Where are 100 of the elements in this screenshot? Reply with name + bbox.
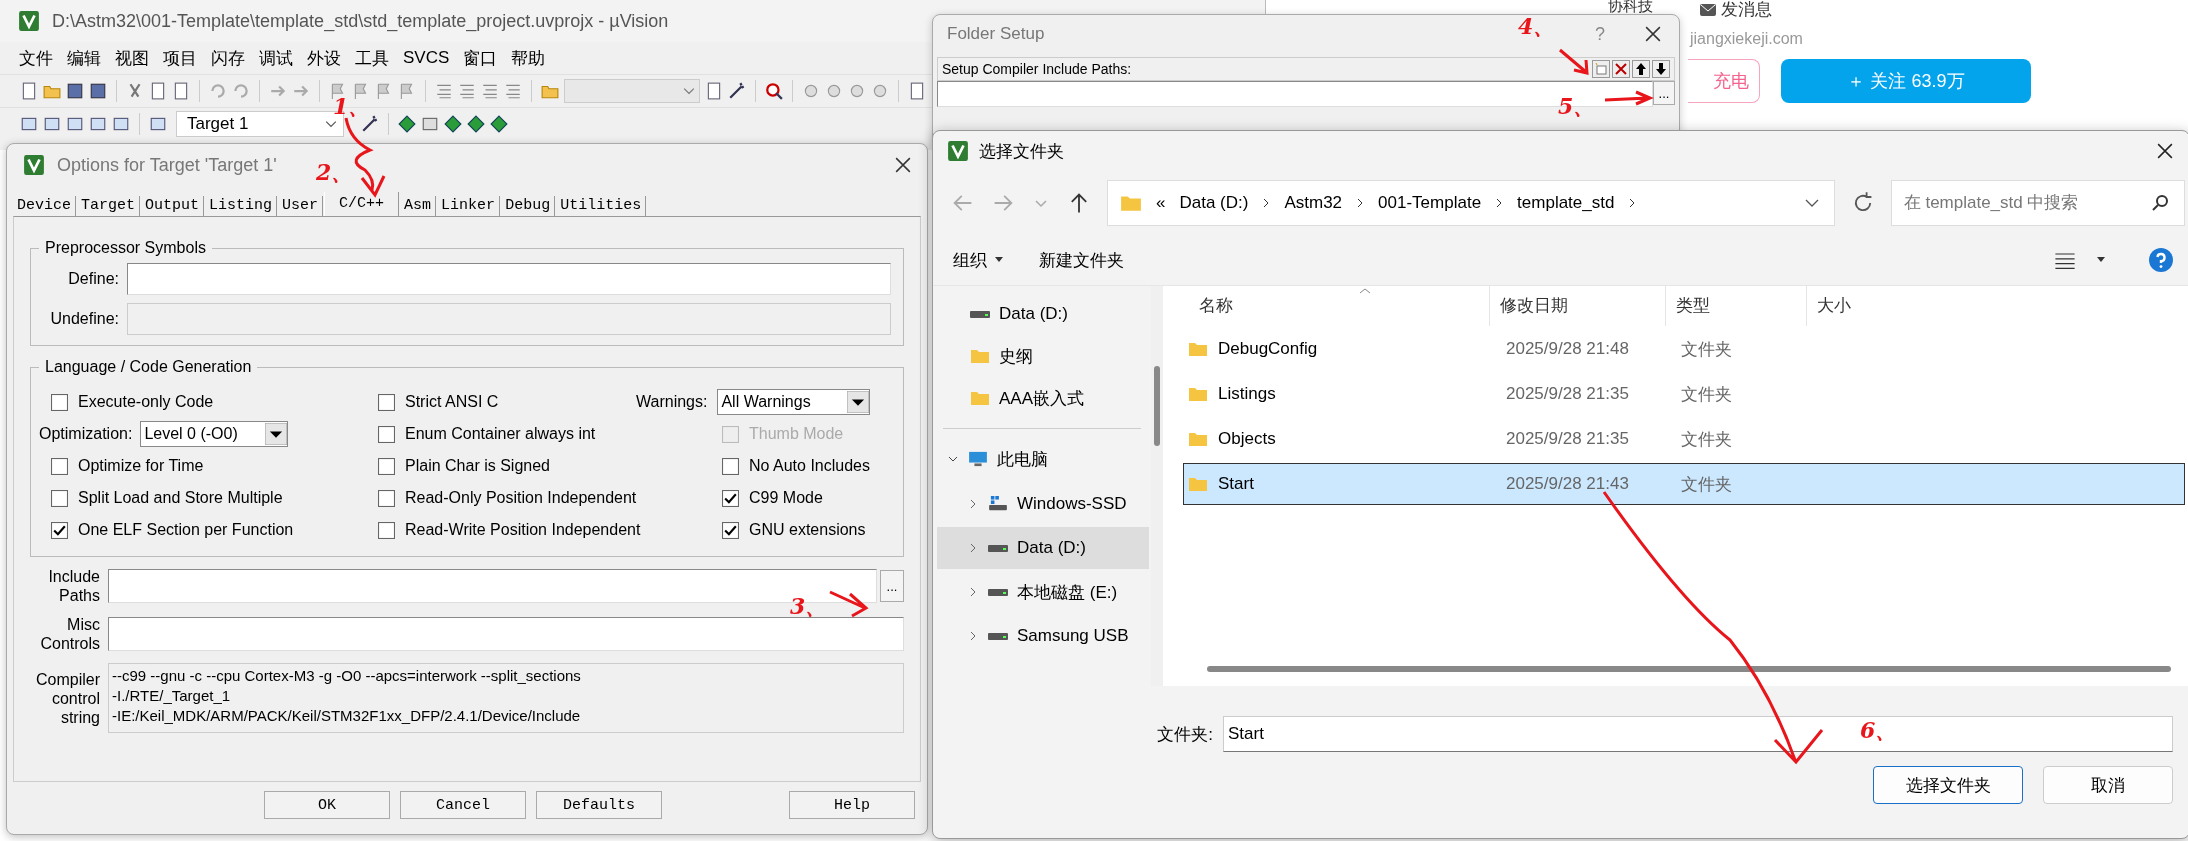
- menu-item[interactable]: 闪存: [204, 44, 252, 72]
- annotation-number: 4、: [1518, 12, 1556, 40]
- file-row[interactable]: Start 2025/9/28 21:43 文件夹: [1183, 463, 2185, 505]
- checkbox[interactable]: [378, 393, 395, 411]
- menu-item[interactable]: 帮助: [504, 44, 553, 72]
- nav-item[interactable]: Data (D:): [937, 527, 1149, 569]
- dropdown[interactable]: All Warnings: [717, 389, 871, 415]
- diamond-icon[interactable]: [444, 115, 462, 133]
- browse-button[interactable]: ...: [880, 570, 904, 602]
- circle-icon[interactable]: [848, 82, 866, 100]
- checkbox[interactable]: [51, 457, 68, 475]
- nav-item[interactable]: AAA嵌入式: [937, 378, 1149, 418]
- dropdown[interactable]: Level 0 (-O0): [140, 421, 289, 447]
- checkbox[interactable]: [378, 425, 395, 443]
- dialog-button[interactable]: 取消: [2043, 766, 2173, 804]
- dialog-button[interactable]: Defaults: [536, 791, 662, 819]
- menu-item[interactable]: 窗口: [456, 44, 505, 72]
- file-name: Listings: [1218, 384, 1276, 404]
- browse-button[interactable]: ...: [1653, 81, 1675, 105]
- breadcrumb-item[interactable]: Data (D:): [1179, 193, 1249, 213]
- scrollbar[interactable]: [1207, 666, 2171, 672]
- diamond-icon[interactable]: [490, 115, 508, 133]
- menu-item[interactable]: 文件: [12, 44, 60, 72]
- checkbox[interactable]: [51, 489, 68, 507]
- lines-icon[interactable]: [481, 82, 499, 100]
- caret-icon[interactable]: [2097, 257, 2105, 263]
- dialog-title: Folder Setup: [947, 24, 1045, 44]
- checkbox-label: Thumb Mode: [749, 425, 844, 443]
- magnifier-icon[interactable]: [765, 82, 783, 100]
- message-link[interactable]: 发消息: [1721, 0, 1772, 21]
- menu-item[interactable]: 工具: [348, 44, 396, 72]
- file-row[interactable]: Objects 2025/9/28 21:35 文件夹: [1183, 418, 2185, 460]
- close-icon[interactable]: [895, 157, 911, 173]
- checkbox[interactable]: [722, 521, 739, 539]
- column-header[interactable]: 名称: [1183, 286, 1490, 326]
- delete-icon[interactable]: [1612, 60, 1630, 78]
- breadcrumb-item[interactable]: Astm32: [1284, 193, 1343, 213]
- close-icon[interactable]: [2157, 143, 2173, 159]
- nav-item[interactable]: Windows-SSD: [937, 483, 1149, 525]
- annotation-number: 5、: [1558, 92, 1596, 120]
- checkbox[interactable]: [51, 393, 68, 411]
- close-icon[interactable]: [1645, 26, 1661, 42]
- diamond-icon[interactable]: [398, 115, 416, 133]
- lines-icon[interactable]: [504, 82, 522, 100]
- menu-item[interactable]: 外设: [300, 44, 348, 72]
- dialog-button[interactable]: 选择文件夹: [1873, 766, 2023, 804]
- column-header[interactable]: 类型: [1666, 286, 1807, 326]
- column-header[interactable]: 修改日期: [1490, 286, 1666, 326]
- annotation-number: 2、: [316, 158, 354, 186]
- checkbox[interactable]: [722, 489, 739, 507]
- help-icon[interactable]: [2149, 248, 2173, 272]
- file-row[interactable]: Listings 2025/9/28 21:35 文件夹: [1183, 373, 2185, 415]
- file-type: 文件夹: [1680, 428, 1733, 451]
- nav-item[interactable]: 史纲: [937, 336, 1149, 376]
- menu-item[interactable]: 视图: [108, 44, 156, 72]
- file-name: Objects: [1218, 429, 1276, 449]
- nav-item[interactable]: 本地磁盘 (E:): [937, 571, 1149, 613]
- new-item-icon[interactable]: [1592, 60, 1610, 78]
- breadcrumb-item[interactable]: template_std: [1517, 193, 1615, 213]
- new-folder-button[interactable]: 新建文件夹: [1031, 242, 1132, 278]
- checkbox[interactable]: [722, 457, 739, 475]
- modified-date: 2025/9/28 21:35: [1505, 429, 1630, 449]
- wand-icon[interactable]: [361, 115, 379, 133]
- column-header[interactable]: 大小: [1807, 286, 2188, 326]
- drive-icon: [987, 496, 1009, 512]
- tab[interactable]: C/C++: [324, 192, 400, 216]
- menu-item[interactable]: SVCS: [396, 46, 457, 70]
- breadcrumb-item[interactable]: «: [1156, 193, 1166, 213]
- checkbox-label: Read-Write Position Independent: [405, 521, 641, 539]
- address-bar[interactable]: « Data (D:) Astm32 001-Template template_std: [1107, 180, 1835, 226]
- circle-icon[interactable]: [825, 82, 843, 100]
- dialog-button[interactable]: Help: [789, 791, 915, 819]
- checkbox[interactable]: [51, 521, 68, 539]
- input-field[interactable]: [108, 617, 904, 651]
- breadcrumb-item[interactable]: 001-Template: [1378, 193, 1482, 213]
- checkbox[interactable]: [378, 489, 395, 507]
- menu-item[interactable]: 项目: [156, 44, 204, 72]
- circle-icon[interactable]: [802, 82, 820, 100]
- checkbox[interactable]: [378, 521, 395, 539]
- checkbox[interactable]: [378, 457, 395, 475]
- text-area[interactable]: --c99 --gnu -c --cpu Cortex-M3 -g -O0 --apcs=interwork --split_sections -I./RTE/_Target_1 -IE:/Keil_MDK/ARM/PACK/Keil/STM32F1xx_DFP/2.4.1/Device/Include: [108, 663, 904, 733]
- dialog-button[interactable]: Cancel: [400, 791, 526, 819]
- input-field[interactable]: [127, 263, 891, 295]
- circle-icon[interactable]: [871, 82, 889, 100]
- lines-icon[interactable]: [458, 82, 476, 100]
- lines-icon[interactable]: [435, 82, 453, 100]
- diamond-icon[interactable]: [467, 115, 485, 133]
- organize-button[interactable]: 组织: [945, 242, 1011, 278]
- nav-item[interactable]: Samsung USB: [937, 615, 1149, 657]
- file-row[interactable]: DebugConfig 2025/9/28 21:48 文件夹: [1183, 328, 2185, 370]
- menu-item[interactable]: 调试: [252, 44, 300, 72]
- nav-item[interactable]: 此电脑: [937, 437, 1149, 481]
- dialog-button[interactable]: OK: [264, 791, 390, 819]
- chevron-icon: [325, 120, 337, 128]
- nav-item[interactable]: Data (D:): [937, 294, 1149, 334]
- menu-item[interactable]: 编辑: [60, 44, 108, 72]
- search-icon: [2151, 193, 2171, 213]
- wand-icon[interactable]: [728, 82, 746, 100]
- app-icon: [947, 140, 969, 162]
- search-field[interactable]: 在 template_std 中搜索: [1890, 180, 2185, 226]
